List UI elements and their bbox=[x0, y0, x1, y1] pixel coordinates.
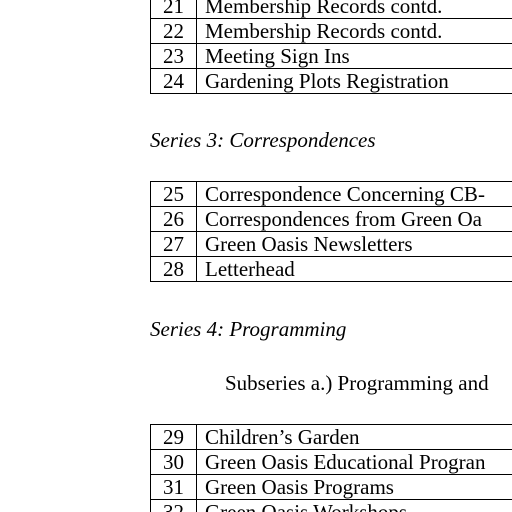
table-row: 24 Gardening Plots Registration bbox=[150, 68, 512, 94]
box-number: 32 bbox=[150, 499, 197, 512]
table-row: 29 Children’s Garden bbox=[150, 424, 512, 450]
box-title: Green Oasis Newsletters bbox=[196, 231, 512, 257]
box-title: Correspondence Concerning CB- bbox=[196, 181, 512, 207]
box-title: Letterhead bbox=[196, 256, 512, 282]
table-row: 27 Green Oasis Newsletters bbox=[150, 231, 512, 257]
series-3-heading: Series 3: Correspondences bbox=[150, 128, 376, 152]
table-row: 31 Green Oasis Programs bbox=[150, 474, 512, 500]
box-number: 21 bbox=[150, 0, 197, 19]
series4-box-list-table: 29 Children’s Garden 30 Green Oasis Educ… bbox=[150, 424, 512, 512]
box-number: 27 bbox=[150, 231, 197, 257]
series2-box-list-table: 21 Membership Records contd. 22 Membersh… bbox=[150, 0, 512, 94]
box-number: 28 bbox=[150, 256, 197, 282]
box-title: Gardening Plots Registration bbox=[196, 68, 512, 94]
box-number: 31 bbox=[150, 474, 197, 500]
box-number: 26 bbox=[150, 206, 197, 232]
table-row: 23 Meeting Sign Ins bbox=[150, 43, 512, 69]
box-title: Green Oasis Educational Progran bbox=[196, 449, 512, 475]
box-title: Membership Records contd. bbox=[196, 18, 512, 44]
box-title: Children’s Garden bbox=[196, 424, 512, 450]
table-row: 25 Correspondence Concerning CB- bbox=[150, 181, 512, 207]
table-row: 32 Green Oasis Workshops bbox=[150, 499, 512, 512]
table-row: 28 Letterhead bbox=[150, 256, 512, 282]
finding-aid-page: 21 Membership Records contd. 22 Membersh… bbox=[0, 0, 512, 512]
table-row: 21 Membership Records contd. bbox=[150, 0, 512, 19]
box-number: 24 bbox=[150, 68, 197, 94]
box-number: 23 bbox=[150, 43, 197, 69]
table-row: 26 Correspondences from Green Oa bbox=[150, 206, 512, 232]
box-number: 25 bbox=[150, 181, 197, 207]
box-title: Membership Records contd. bbox=[196, 0, 512, 19]
box-number: 30 bbox=[150, 449, 197, 475]
table-row: 30 Green Oasis Educational Progran bbox=[150, 449, 512, 475]
box-title: Meeting Sign Ins bbox=[196, 43, 512, 69]
series-4-heading: Series 4: Programming bbox=[150, 317, 347, 341]
box-title: Correspondences from Green Oa bbox=[196, 206, 512, 232]
box-title: Green Oasis Programs bbox=[196, 474, 512, 500]
box-number: 29 bbox=[150, 424, 197, 450]
subseries-a-heading: Subseries a.) Programming and bbox=[225, 371, 489, 395]
box-title: Green Oasis Workshops bbox=[196, 499, 512, 512]
box-number: 22 bbox=[150, 18, 197, 44]
series3-box-list-table: 25 Correspondence Concerning CB- 26 Corr… bbox=[150, 181, 512, 282]
table-row: 22 Membership Records contd. bbox=[150, 18, 512, 44]
